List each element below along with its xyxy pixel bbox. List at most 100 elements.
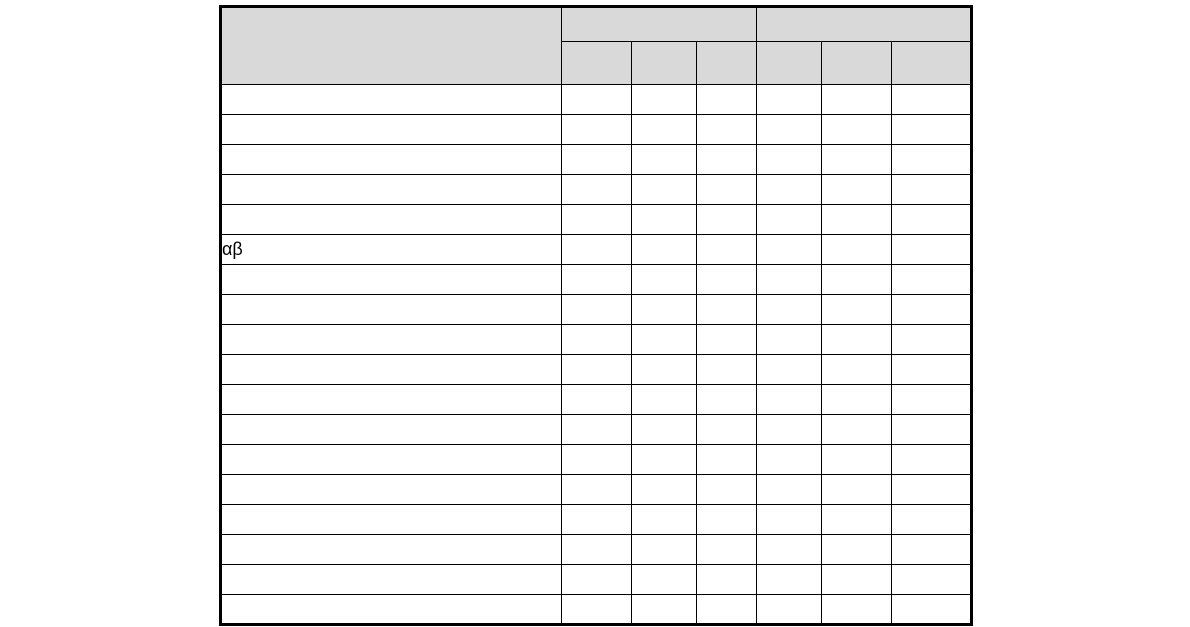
row-label	[221, 565, 562, 595]
cell	[632, 295, 697, 325]
table-row	[221, 175, 972, 205]
table-row	[221, 205, 972, 235]
cell	[632, 385, 697, 415]
cell	[822, 175, 892, 205]
cell	[632, 235, 697, 265]
data-table: αβ	[219, 5, 973, 626]
cell	[562, 325, 632, 355]
cell	[757, 355, 822, 385]
row-label	[221, 295, 562, 325]
row-label	[221, 595, 562, 625]
cell	[562, 115, 632, 145]
cell	[697, 85, 757, 115]
header-group2-sub-2	[892, 42, 972, 85]
cell	[892, 415, 972, 445]
cell	[822, 535, 892, 565]
table-row	[221, 565, 972, 595]
cell	[822, 115, 892, 145]
cell	[757, 235, 822, 265]
table-row	[221, 355, 972, 385]
cell	[697, 325, 757, 355]
cell	[757, 115, 822, 145]
cell	[632, 175, 697, 205]
row-label	[221, 85, 562, 115]
cell	[757, 535, 822, 565]
table-row	[221, 295, 972, 325]
row-label	[221, 265, 562, 295]
cell	[892, 295, 972, 325]
cell	[632, 415, 697, 445]
table-row	[221, 595, 972, 625]
table-body: αβ	[221, 85, 972, 625]
cell	[632, 505, 697, 535]
cell	[892, 205, 972, 235]
cell	[757, 565, 822, 595]
cell	[892, 265, 972, 295]
row-label	[221, 115, 562, 145]
cell	[632, 145, 697, 175]
cell	[562, 355, 632, 385]
cell	[892, 325, 972, 355]
cell	[697, 445, 757, 475]
cell	[892, 505, 972, 535]
cell	[757, 595, 822, 625]
cell	[822, 595, 892, 625]
cell	[892, 475, 972, 505]
row-label: αβ	[221, 235, 562, 265]
cell	[822, 325, 892, 355]
cell	[697, 145, 757, 175]
cell	[697, 475, 757, 505]
header-group1-sub-1	[632, 42, 697, 85]
cell	[892, 445, 972, 475]
cell	[757, 475, 822, 505]
cell	[757, 415, 822, 445]
header-group2-sub-0	[757, 42, 822, 85]
table-row	[221, 535, 972, 565]
cell	[892, 115, 972, 145]
cell	[892, 175, 972, 205]
cell	[632, 445, 697, 475]
cell	[822, 145, 892, 175]
cell	[562, 175, 632, 205]
cell	[822, 565, 892, 595]
cell	[757, 205, 822, 235]
cell	[892, 595, 972, 625]
cell	[697, 505, 757, 535]
cell	[632, 325, 697, 355]
cell	[697, 565, 757, 595]
cell	[822, 445, 892, 475]
cell	[697, 535, 757, 565]
cell	[757, 85, 822, 115]
cell	[562, 535, 632, 565]
cell	[632, 475, 697, 505]
cell	[562, 565, 632, 595]
header-group1	[562, 7, 757, 42]
header-group2	[757, 7, 972, 42]
table-row	[221, 445, 972, 475]
cell	[892, 145, 972, 175]
table-row	[221, 115, 972, 145]
cell	[757, 295, 822, 325]
cell	[562, 205, 632, 235]
cell	[562, 235, 632, 265]
cell	[562, 295, 632, 325]
cell	[697, 235, 757, 265]
cell	[562, 505, 632, 535]
table-row	[221, 325, 972, 355]
cell	[562, 85, 632, 115]
cell	[632, 85, 697, 115]
cell	[632, 565, 697, 595]
cell	[757, 175, 822, 205]
row-label	[221, 145, 562, 175]
cell	[892, 385, 972, 415]
table-row	[221, 145, 972, 175]
cell	[757, 145, 822, 175]
cell	[757, 265, 822, 295]
cell	[757, 445, 822, 475]
table-row: αβ	[221, 235, 972, 265]
row-label	[221, 415, 562, 445]
row-label	[221, 325, 562, 355]
cell	[632, 205, 697, 235]
header-group1-sub-2	[697, 42, 757, 85]
cell	[632, 265, 697, 295]
